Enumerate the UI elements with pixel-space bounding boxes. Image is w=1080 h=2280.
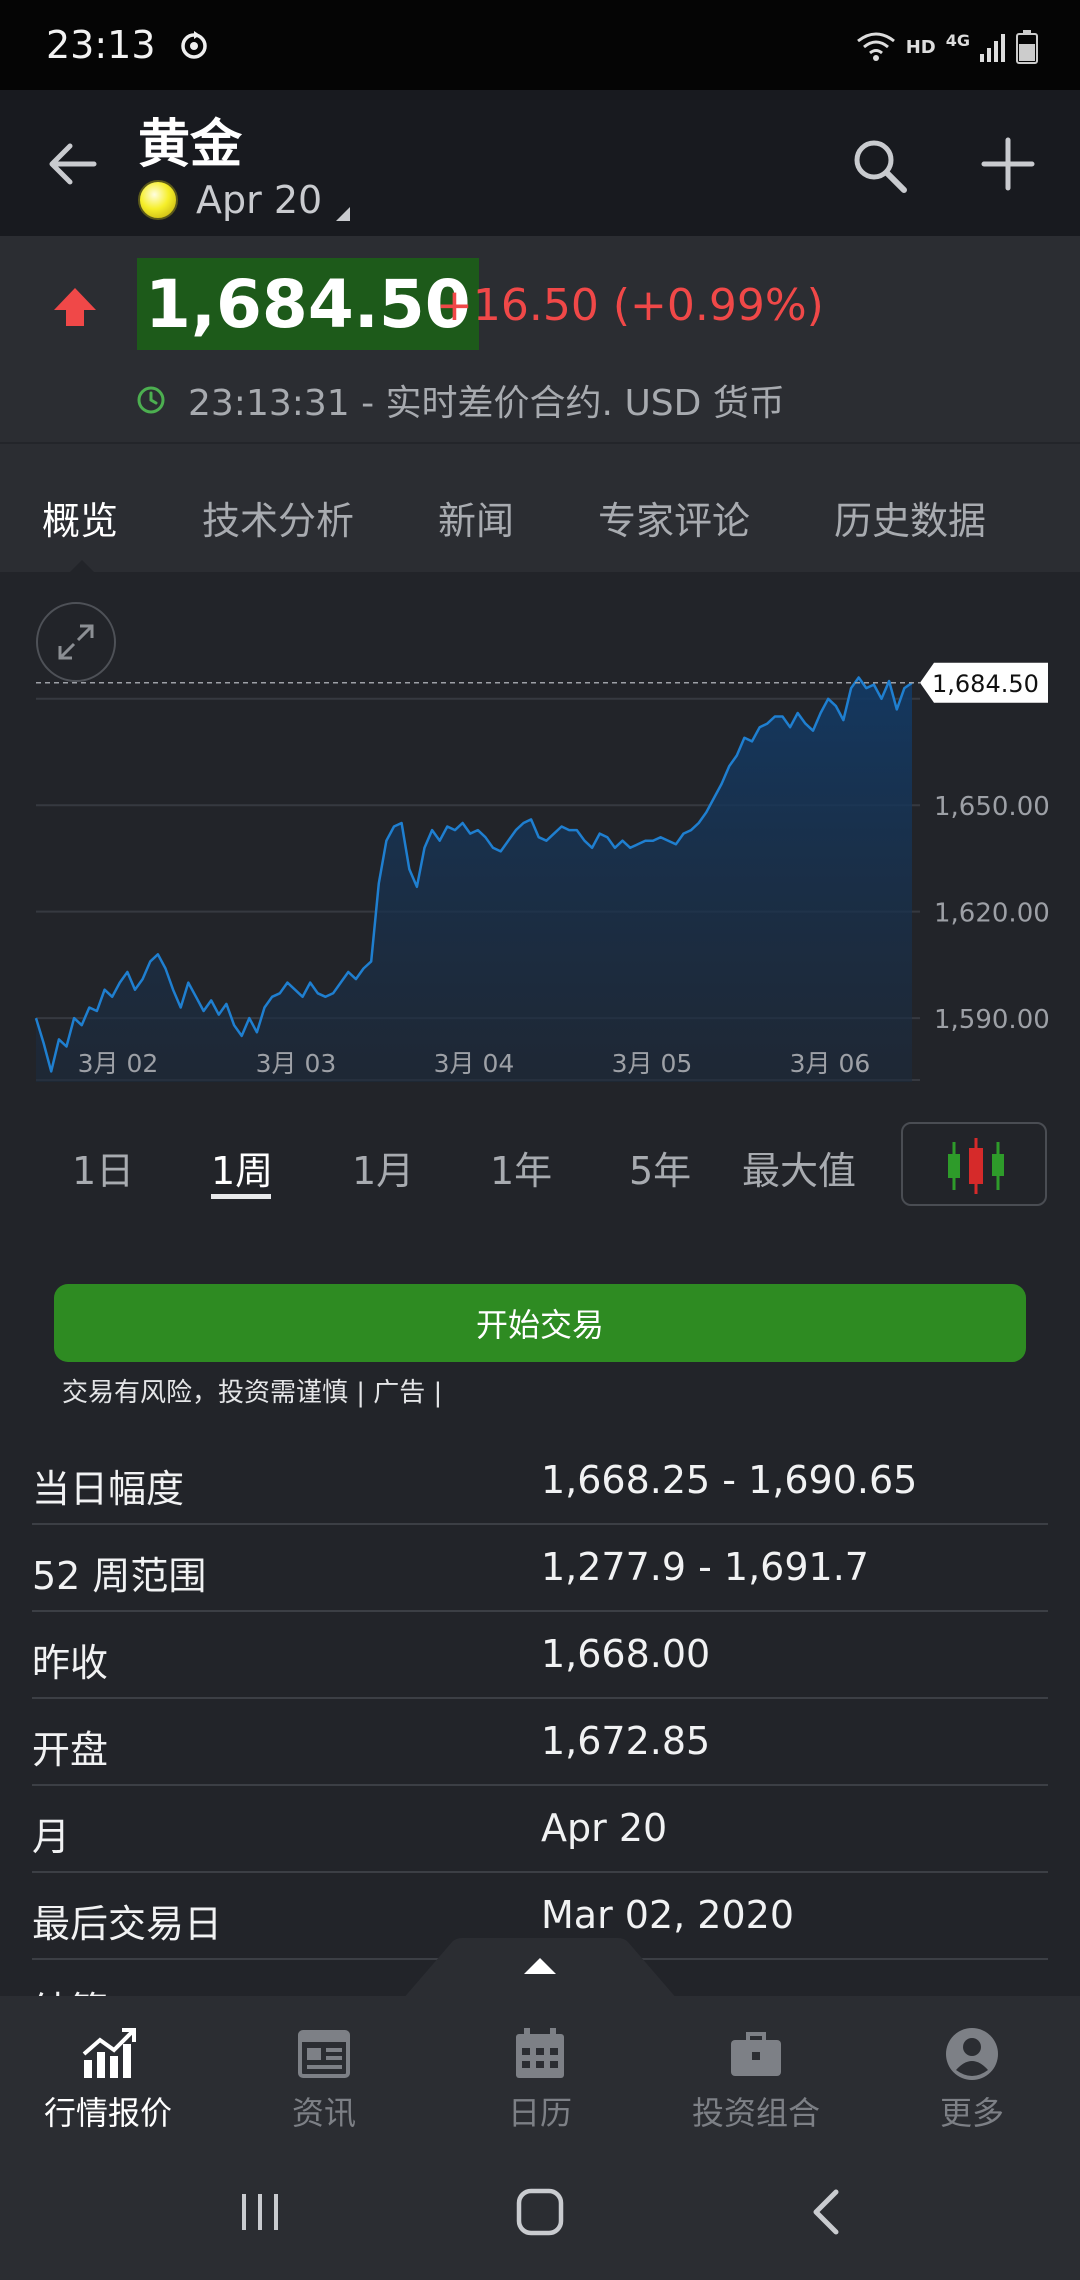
stat-label: 昨收 — [32, 1641, 109, 1685]
stat-value: 1,668.00 — [541, 1632, 711, 1676]
instrument-title: 黄金 — [138, 115, 243, 175]
section-tabs: 概览 技术分析 新闻 专家评论 历史数据 — [0, 442, 1080, 574]
table-row: 52 周范围 1,277.9 - 1,691.7 — [32, 1525, 1048, 1612]
series-area — [36, 677, 912, 1082]
dropdown-icon — [336, 207, 351, 221]
period-5y[interactable]: 5年 — [629, 1140, 691, 1195]
period-1y[interactable]: 1年 — [490, 1140, 552, 1195]
nav-calendar[interactable]: 日历 — [432, 1996, 648, 2142]
period-1m[interactable]: 1月 — [352, 1140, 414, 1195]
contract-month: Apr 20 — [196, 178, 323, 222]
calendar-icon — [516, 2028, 564, 2078]
nav-news[interactable]: 资讯 — [216, 1996, 432, 2142]
nav-label: 日历 — [507, 2094, 572, 2132]
candlestick-icon — [948, 1138, 1004, 1194]
price-chart[interactable]: 1,590.00 1,620.00 1,650.00 1,684.50 3月 02 3月 … — [0, 572, 1080, 1092]
tab-news[interactable]: 新闻 — [438, 490, 514, 545]
period-max[interactable]: 最大值 — [742, 1140, 856, 1195]
app-header: 黄金 Apr 20 — [0, 90, 1080, 236]
table-row: 昨收 1,668.00 — [32, 1612, 1048, 1699]
hd-indicator: HD — [905, 36, 936, 58]
wifi-icon — [856, 32, 895, 61]
y-tick-label: 1,590.00 — [934, 1005, 1050, 1035]
gold-icon — [138, 180, 178, 220]
status-time: 23:13 — [46, 23, 156, 67]
add-icon[interactable] — [978, 134, 1038, 194]
table-row: 开盘 1,672.85 — [32, 1699, 1048, 1786]
stat-value: 1,672.85 — [541, 1719, 711, 1763]
quote-meta: 23:13:31 - 实时差价合约. USD 货币 — [136, 374, 785, 426]
period-1d[interactable]: 1日 — [72, 1140, 134, 1195]
stat-label: 月 — [32, 1815, 71, 1859]
nav-portfolio[interactable]: 投资组合 — [648, 1996, 864, 2142]
y-tick-label: 1,620.00 — [934, 899, 1050, 929]
x-tick-label: 3月 06 — [790, 1049, 871, 1078]
search-icon[interactable] — [848, 134, 912, 198]
period-1w[interactable]: 1周 — [211, 1140, 273, 1195]
signal-icon — [980, 34, 1005, 62]
chart-type-button[interactable] — [901, 1122, 1047, 1206]
briefcase-icon — [731, 2032, 781, 2076]
stats-table: 当日幅度 1,668.25 - 1,690.65 52 周范围 1,277.9 … — [32, 1438, 1048, 2000]
period-underline — [211, 1194, 271, 1199]
news-icon — [298, 2030, 350, 2078]
stat-value: Apr 20 — [541, 1806, 668, 1850]
clock-icon — [137, 386, 165, 414]
back-arrow-icon[interactable] — [40, 132, 104, 196]
stat-label: 开盘 — [32, 1728, 109, 1772]
nav-more[interactable]: 更多 — [864, 1996, 1080, 2142]
stat-label: 当日幅度 — [32, 1467, 185, 1511]
user-icon — [946, 2028, 998, 2080]
tab-technical[interactable]: 技术分析 — [202, 490, 354, 545]
sync-icon — [180, 31, 207, 59]
back-nav-icon[interactable] — [796, 2182, 856, 2242]
status-bar: 23:13 HD 4G — [0, 0, 1080, 90]
quote-time: 23:13:31 - 实时差价合约. USD 货币 — [188, 383, 785, 424]
home-icon[interactable] — [510, 2182, 570, 2242]
stat-value: 1,668.25 - 1,690.65 — [541, 1458, 918, 1502]
chart-icon — [82, 2028, 136, 2078]
recent-apps-icon[interactable] — [230, 2182, 290, 2242]
nav-label: 更多 — [939, 2094, 1004, 2132]
table-row: 当日幅度 1,668.25 - 1,690.65 — [32, 1438, 1048, 1525]
current-price-label: 1,684.50 — [932, 670, 1039, 698]
start-trading-button[interactable]: 开始交易 — [54, 1284, 1026, 1362]
expand-panel-handle[interactable] — [402, 1938, 678, 2000]
tab-history[interactable]: 历史数据 — [834, 490, 986, 545]
status-icons: HD 4G — [856, 30, 1038, 64]
table-row: 月 Apr 20 — [32, 1786, 1048, 1873]
stat-value: Mar 02, 2020 — [541, 1893, 794, 1937]
tab-overview[interactable]: 概览 — [42, 490, 118, 545]
x-tick-label: 3月 05 — [612, 1049, 693, 1078]
x-tick-label: 3月 02 — [78, 1049, 159, 1078]
stat-label: 52 周范围 — [32, 1554, 207, 1598]
nav-label: 资讯 — [291, 2094, 356, 2132]
up-arrow-icon — [54, 288, 96, 326]
contract-selector[interactable]: Apr 20 — [138, 178, 351, 222]
y-tick-label: 1,650.00 — [934, 792, 1050, 822]
nav-label: 投资组合 — [691, 2094, 820, 2132]
chart-canvas: 1,590.00 1,620.00 1,650.00 1,684.50 3月 02 3月 … — [34, 662, 1050, 1082]
x-tick-label: 3月 04 — [434, 1049, 515, 1078]
nav-label: 行情报价 — [43, 2094, 172, 2132]
battery-icon — [1016, 30, 1038, 64]
bottom-nav: 行情报价 资讯 日历 投资组合 更多 — [0, 1996, 1080, 2142]
ad-disclaimer: 交易有风险，投资需谨慎 | 广告 | — [62, 1378, 443, 1408]
period-selector: 1日 1周 1月 1年 5年 最大值 — [0, 1112, 1080, 1212]
quote-block: 1,684.50 +16.50 (+0.99%) 23:13:31 - 实时差价… — [0, 236, 1080, 442]
x-tick-label: 3月 03 — [256, 1049, 337, 1078]
stat-label: 最后交易日 — [32, 1902, 223, 1946]
system-nav — [0, 2142, 1080, 2280]
price-box: 1,684.50 — [137, 258, 479, 350]
stat-value: 1,277.9 - 1,691.7 — [541, 1545, 869, 1589]
expand-icon — [58, 624, 94, 660]
last-price: 1,684.50 — [145, 265, 471, 343]
expand-chart-button[interactable] — [36, 602, 116, 682]
price-change: +16.50 (+0.99%) — [436, 280, 824, 331]
tab-analysis[interactable]: 专家评论 — [598, 490, 750, 545]
nav-quotes[interactable]: 行情报价 — [0, 1996, 216, 2142]
network-type: 4G — [945, 30, 970, 50]
